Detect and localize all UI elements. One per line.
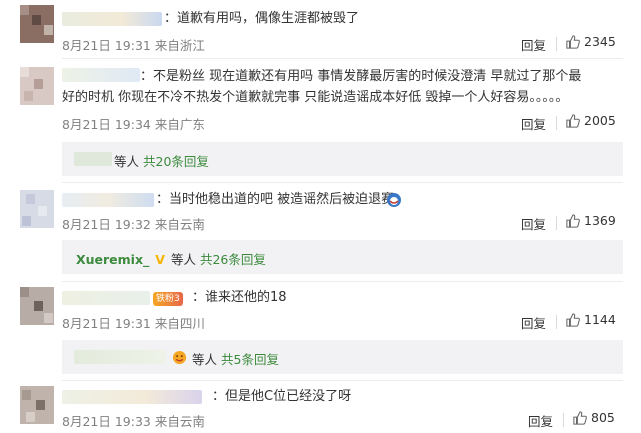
avatar[interactable]: [20, 67, 54, 105]
divider: [62, 58, 623, 59]
sub-replies-box: 等人 共5条回复: [62, 340, 623, 374]
reply-button[interactable]: 回复: [521, 114, 546, 133]
sub-replies-count-link[interactable]: 共20条回复: [143, 154, 209, 169]
thumb-up-icon: [566, 34, 580, 49]
like-count: 805: [591, 410, 615, 425]
emoji-icon: [387, 193, 401, 207]
sub-reply-users[interactable]: [74, 350, 166, 364]
sub-replies-summary: Xueremix_ V 等人 共26条回复: [76, 249, 266, 268]
comment-text: ：但是他C位已经没了呀: [212, 389, 352, 404]
like-count: 1144: [584, 312, 616, 327]
thumb-up-icon: [566, 213, 580, 228]
emoji-icon: [172, 350, 187, 365]
comment-location: 来自广东: [154, 117, 205, 132]
avatar[interactable]: [20, 5, 54, 43]
comment-location: 来自云南: [154, 414, 205, 429]
like-button[interactable]: 2345: [566, 34, 616, 49]
username[interactable]: [62, 390, 202, 404]
comment-meta: 8月21日 19:34 来自广东: [62, 114, 205, 133]
separator: [563, 413, 564, 427]
separator: [556, 116, 557, 130]
sub-reply-username[interactable]: Xueremix_: [76, 252, 149, 267]
username[interactable]: [62, 12, 162, 26]
comment-meta: 8月21日 19:32 来自云南: [62, 214, 205, 233]
separator: [556, 315, 557, 329]
comment-text: ：不是粉丝 现在道歉还有用吗 事情发酵最厉害的时候没澄清 早就过了那个最好的时机…: [62, 69, 582, 105]
like-count: 1369: [584, 213, 616, 228]
comment-time: 8月21日 19:31: [62, 316, 151, 331]
vip-icon: V: [155, 252, 165, 267]
comment-location: 来自四川: [154, 316, 205, 331]
like-button[interactable]: 2005: [566, 113, 616, 128]
comment-location: 来自云南: [154, 217, 205, 232]
like-count: 2005: [584, 113, 616, 128]
like-button[interactable]: 805: [573, 410, 615, 425]
username[interactable]: [62, 193, 154, 207]
comment-text: ：当时他稳出道的吧 被造谣然后被迫退赛: [156, 192, 395, 207]
comment-time: 8月21日 19:33: [62, 414, 151, 429]
like-count: 2345: [584, 34, 616, 49]
thumb-up-icon: [573, 410, 587, 425]
avatar[interactable]: [20, 386, 54, 424]
reply-button[interactable]: 回复: [521, 313, 546, 332]
divider: [62, 380, 623, 381]
divider: [62, 182, 623, 183]
comment-time: 8月21日 19:34: [62, 117, 151, 132]
sub-replies-summary: 等人 共5条回复: [192, 349, 279, 368]
sub-replies-count-link[interactable]: 共5条回复: [221, 352, 279, 367]
comment-text: ：谁来还他的18: [192, 290, 287, 305]
avatar[interactable]: [20, 190, 54, 228]
reply-button[interactable]: 回复: [521, 214, 546, 233]
avatar[interactable]: [20, 287, 54, 325]
sub-replies-box: 等人 共20条回复: [62, 142, 623, 176]
reply-button[interactable]: 回复: [521, 35, 546, 54]
fan-badge-icon: 铁粉3: [153, 292, 183, 306]
sub-replies-prefix: 等人: [192, 352, 218, 367]
thumb-up-icon: [566, 312, 580, 327]
comment-time: 8月21日 19:32: [62, 217, 151, 232]
comment-meta: 8月21日 19:31 来自四川: [62, 313, 205, 332]
like-button[interactable]: 1144: [566, 312, 616, 327]
comment-text: ：道歉有用吗，偶像生涯都被毁了: [164, 11, 360, 26]
sub-replies-summary: 等人 共20条回复: [114, 151, 209, 170]
sub-replies-count-link[interactable]: 共26条回复: [200, 252, 266, 267]
comment-meta: 8月21日 19:31 来自浙江: [62, 35, 205, 54]
username[interactable]: [62, 291, 150, 305]
comment-location: 来自浙江: [154, 38, 205, 53]
sub-replies-box: Xueremix_ V 等人 共26条回复: [62, 240, 623, 274]
separator: [556, 37, 557, 51]
like-button[interactable]: 1369: [566, 213, 616, 228]
separator: [556, 216, 557, 230]
thumb-up-icon: [566, 113, 580, 128]
comment-time: 8月21日 19:31: [62, 38, 151, 53]
divider: [62, 281, 623, 282]
sub-replies-prefix: 等人: [170, 252, 196, 267]
reply-button[interactable]: 回复: [528, 411, 553, 430]
comment-meta: 8月21日 19:33 来自云南: [62, 411, 205, 430]
sub-reply-users[interactable]: [74, 152, 112, 166]
sub-replies-prefix: 等人: [114, 154, 140, 169]
